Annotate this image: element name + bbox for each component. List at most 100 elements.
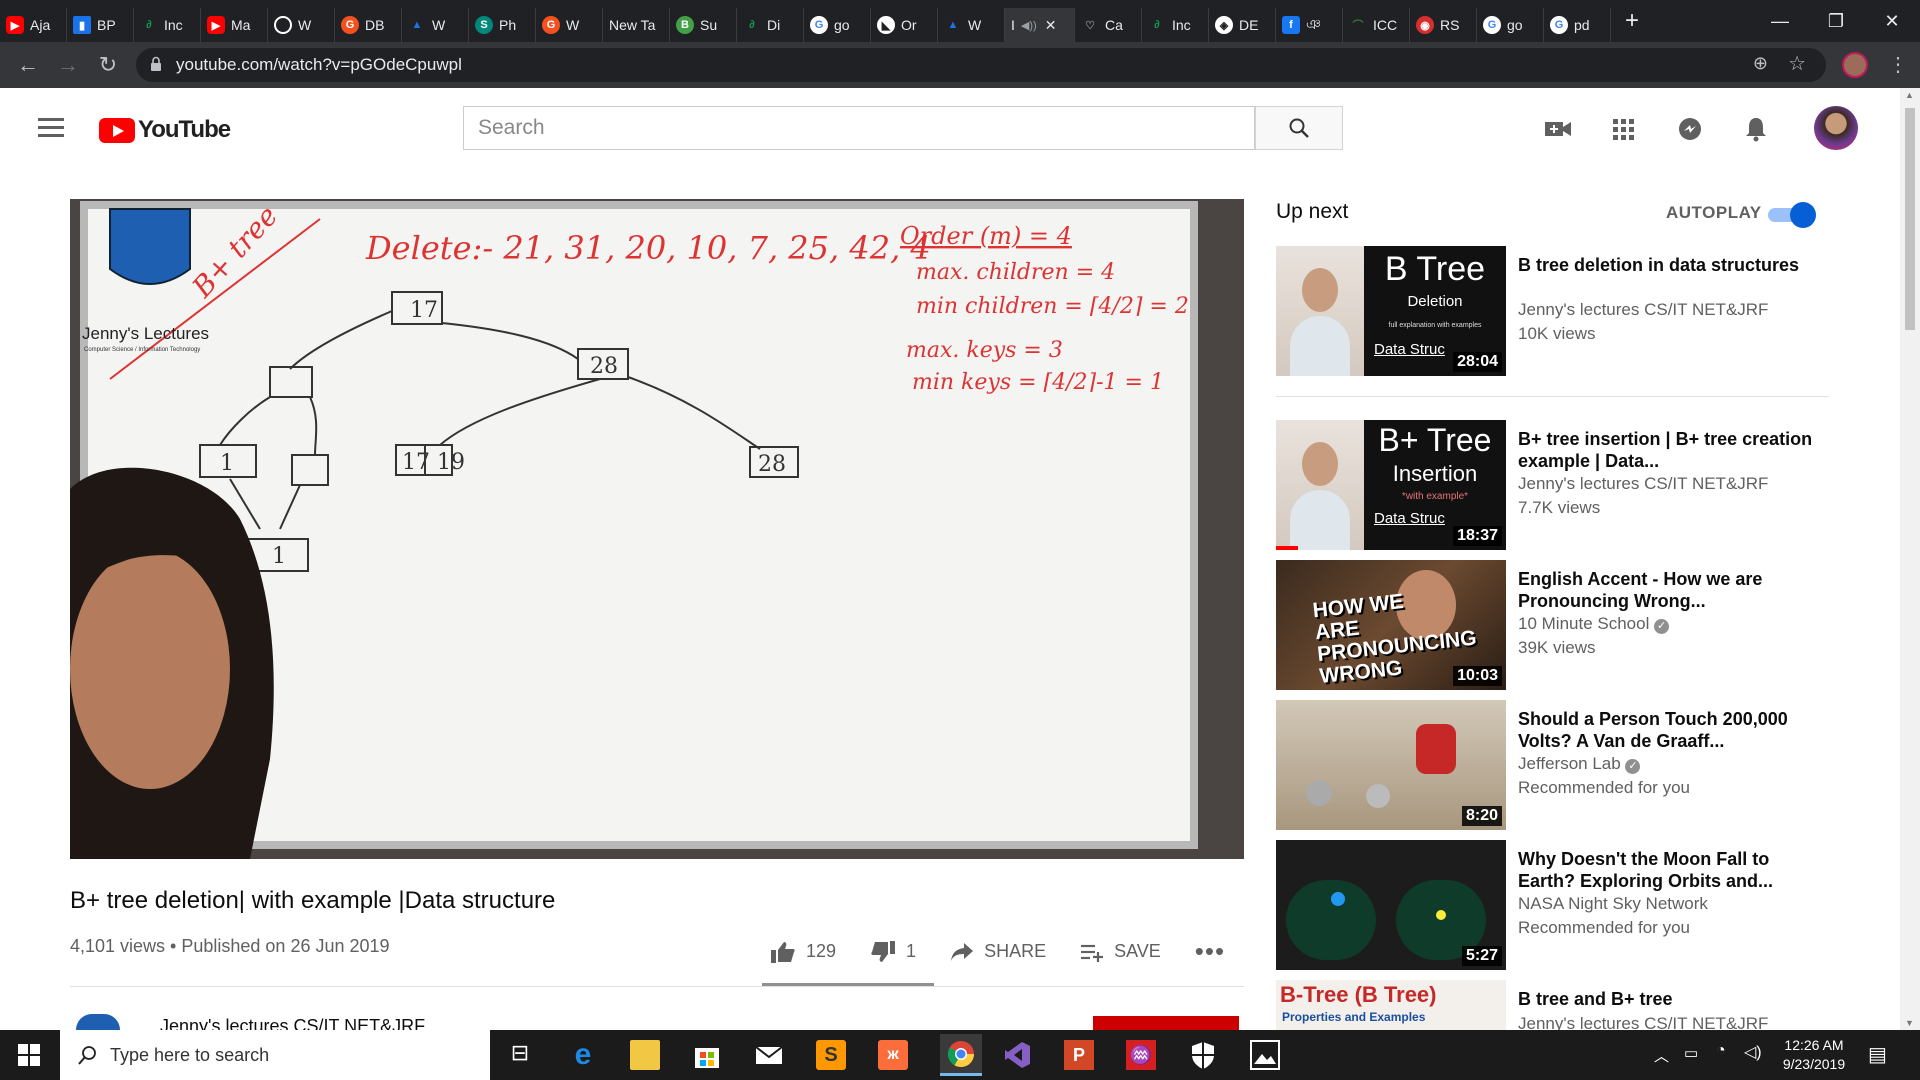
video-card-title[interactable]: English Accent - How we are Pronouncing … [1518, 568, 1818, 612]
restore-icon[interactable]: ❐ [1808, 0, 1864, 42]
powerpoint-icon[interactable]: P [1064, 1040, 1094, 1070]
sublime-text-icon[interactable]: S [816, 1040, 846, 1070]
forward-icon[interactable]: → [48, 52, 88, 78]
save-button[interactable]: SAVE [1080, 941, 1161, 962]
browser-tab[interactable]: ∂ Inc [1142, 8, 1209, 42]
browser-tab-active[interactable]: I ◀)) ✕ [1005, 8, 1075, 42]
browser-tab[interactable]: ▲ W [938, 8, 1005, 42]
minimize-icon[interactable]: — [1752, 0, 1808, 42]
subscribe-button[interactable] [1093, 1016, 1239, 1030]
task-view-icon[interactable]: ⊟ [505, 1040, 535, 1070]
apps-grid-icon[interactable] [1610, 116, 1638, 142]
like-button[interactable]: 129 [770, 940, 836, 964]
browser-tab[interactable]: Ggo [1477, 8, 1544, 42]
acrobat-icon[interactable]: ♒ [1126, 1040, 1156, 1070]
video-thumbnail[interactable]: B Tree Deletion full explanation with ex… [1276, 246, 1506, 376]
profile-avatar[interactable] [1842, 52, 1868, 78]
browser-tab[interactable]: ♡ Ca [1075, 8, 1142, 42]
notifications-bell-icon[interactable] [1742, 116, 1770, 142]
search-input[interactable]: Search [463, 106, 1255, 150]
video-card-title[interactable]: B+ tree insertion | B+ tree creation exa… [1518, 428, 1818, 472]
edge-icon[interactable]: e [568, 1040, 598, 1070]
tray-chevron-icon[interactable]: ︿ [1654, 1045, 1669, 1066]
dislike-button[interactable]: 1 [870, 940, 916, 964]
channel-name[interactable]: Jenny's lectures CS/IT NET&JRF [160, 1016, 425, 1030]
battery-icon[interactable]: ▭ [1684, 1044, 1698, 1062]
video-thumbnail[interactable]: 5:27 [1276, 840, 1506, 970]
defender-shield-icon[interactable] [1188, 1040, 1218, 1070]
xampp-icon[interactable]: ж [878, 1040, 908, 1070]
mail-icon[interactable] [754, 1040, 784, 1070]
channel-avatar[interactable] [76, 1014, 120, 1030]
up-next-video-card[interactable]: B Tree Deletion full explanation with ex… [1276, 246, 1836, 376]
up-next-video-card[interactable]: HOW WE ARE PRONOUNCING WRONG 10:03 Engli… [1276, 560, 1836, 690]
scrollbar-thumb[interactable] [1905, 108, 1915, 330]
browser-tab[interactable]: ∂ Di [737, 8, 804, 42]
messages-icon[interactable] [1676, 116, 1704, 142]
up-next-video-card[interactable]: 8:20 Should a Person Touch 200,000 Volts… [1276, 700, 1836, 830]
browser-tab[interactable]: ◣ Or [871, 8, 938, 42]
action-center-icon[interactable]: ▤ [1868, 1042, 1887, 1067]
browser-tab[interactable]: ▮ BP [67, 8, 134, 42]
scroll-down-icon[interactable]: ▼ [1905, 1018, 1914, 1028]
video-thumbnail[interactable]: HOW WE ARE PRONOUNCING WRONG 10:03 [1276, 560, 1506, 690]
video-thumbnail[interactable]: B-Tree (B Tree) Properties and Examples [1276, 980, 1506, 1030]
reload-icon[interactable]: ↻ [88, 52, 128, 78]
url-field[interactable]: youtube.com/watch?v=pGOdeCpuwpl ⊕ ☆ [136, 48, 1826, 82]
browser-tab[interactable]: fঞ [1276, 8, 1343, 42]
user-avatar[interactable] [1814, 106, 1858, 150]
browser-tab[interactable]: ⌒ ICC [1343, 8, 1410, 42]
browser-tab[interactable]: Ggo [804, 8, 871, 42]
video-card-title[interactable]: B tree deletion in data structures [1518, 254, 1818, 276]
more-actions-icon[interactable]: ••• [1195, 936, 1225, 967]
browser-tab[interactable]: ∂ Inc [134, 8, 201, 42]
browser-tab[interactable]: New Ta [603, 8, 670, 42]
new-tab-icon[interactable]: + [1625, 7, 1639, 35]
hamburger-menu-icon[interactable] [38, 118, 64, 137]
browser-tab[interactable]: Gpd [1544, 8, 1611, 42]
page-scrollbar[interactable]: ▲ ▼ [1900, 88, 1920, 1030]
browser-menu-icon[interactable]: ⋮ [1888, 52, 1908, 77]
taskbar-search-input[interactable]: Type here to search [60, 1030, 490, 1080]
browser-tab[interactable]: G DB [335, 8, 402, 42]
search-button[interactable] [1255, 106, 1343, 150]
browser-tab[interactable]: W [268, 8, 335, 42]
browser-tab[interactable]: ▲ W [402, 8, 469, 42]
up-next-video-card[interactable]: B-Tree (B Tree) Properties and Examples … [1276, 980, 1836, 1030]
browser-tab[interactable]: ◉ RS [1410, 8, 1477, 42]
create-video-icon[interactable] [1544, 116, 1572, 142]
browser-tab[interactable]: GW [536, 8, 603, 42]
up-next-video-card[interactable]: B+ Tree Insertion *with example* Data St… [1276, 420, 1836, 550]
browser-tab[interactable]: S Ph [469, 8, 536, 42]
autoplay-toggle[interactable] [1768, 202, 1818, 228]
close-tab-icon[interactable]: ✕ [1045, 17, 1057, 34]
back-icon[interactable]: ← [8, 52, 48, 78]
chrome-taskbar-button[interactable] [940, 1034, 982, 1076]
photos-icon[interactable] [1250, 1040, 1280, 1070]
taskbar-clock[interactable]: 12:26 AM 9/23/2019 [1766, 1036, 1862, 1074]
visual-studio-icon[interactable] [1002, 1040, 1032, 1070]
video-card-title[interactable]: Why Doesn't the Moon Fall to Earth? Expl… [1518, 848, 1818, 892]
browser-tab[interactable]: ▶ Ma [201, 8, 268, 42]
browser-tab[interactable]: ◈ DE [1209, 8, 1276, 42]
browser-tab[interactable]: ▶ Aja [0, 8, 67, 42]
board-node-mid: 17 19 [402, 450, 465, 475]
video-card-title[interactable]: Should a Person Touch 200,000 Volts? A V… [1518, 708, 1818, 752]
youtube-logo[interactable]: YouTube [99, 116, 231, 144]
up-next-video-card[interactable]: 5:27 Why Doesn't the Moon Fall to Earth?… [1276, 840, 1836, 970]
video-player[interactable]: Jenny's Lectures Computer Science / Info… [70, 199, 1244, 859]
video-thumbnail[interactable]: 8:20 [1276, 700, 1506, 830]
browser-tab[interactable]: B Su [670, 8, 737, 42]
share-button[interactable]: SHARE [950, 941, 1046, 962]
zoom-icon[interactable]: ⊕ [1753, 53, 1768, 74]
close-window-icon[interactable]: ✕ [1864, 0, 1920, 42]
file-explorer-icon[interactable] [630, 1040, 660, 1070]
windows-start-icon[interactable] [18, 1044, 40, 1066]
scroll-up-icon[interactable]: ▲ [1905, 90, 1914, 100]
video-thumbnail[interactable]: B+ Tree Insertion *with example* Data St… [1276, 420, 1506, 550]
volume-icon[interactable]: ◁) [1744, 1042, 1762, 1062]
store-icon[interactable] [692, 1040, 722, 1070]
wifi-icon[interactable]: ◔ [1716, 1042, 1726, 1060]
video-card-title[interactable]: B tree and B+ tree [1518, 988, 1818, 1010]
bookmark-star-icon[interactable]: ☆ [1788, 51, 1806, 76]
